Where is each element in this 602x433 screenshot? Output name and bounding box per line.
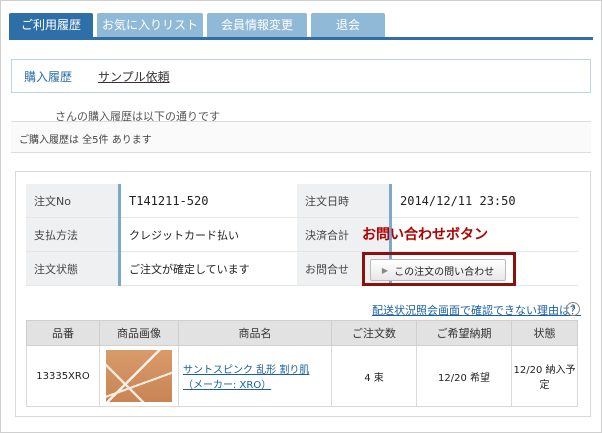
table-row: 13335XRO サントスピンク 乱形 割り肌（メーカー: XRO） 4 束 1… (26, 345, 578, 407)
history-count-text: ご購入履歴は 全5件 あります (19, 135, 152, 146)
order-status-value: ご注文が確定しています (119, 251, 297, 286)
order-date-label: 注文日時 (297, 184, 392, 218)
delivery-status-help-link[interactable]: 配送状況照会画面で確認できない理由は？ (372, 302, 581, 318)
tab-member-info[interactable]: 会員情報変更 (207, 13, 307, 37)
product-desired-date: 12/20 希望 (416, 345, 512, 407)
arrow-right-icon: ▶ (381, 265, 389, 275)
col-header-code: 品番 (26, 320, 100, 346)
product-qty: 4 束 (331, 345, 417, 407)
order-status-label: 注文状態 (26, 251, 121, 286)
product-table: 品番 商品画像 商品名 ご注文数 ご希望納期 状態 13335XRO サントスピ… (26, 320, 578, 407)
product-thumbnail[interactable] (106, 350, 172, 402)
col-header-desired-date: ご希望納期 (416, 320, 512, 346)
page-frame: ご利用履歴 お気に入りリスト 会員情報変更 退会 購入履歴 サンプル依頼 さんの… (0, 0, 602, 433)
tab-underline (9, 37, 593, 40)
col-header-image: 商品画像 (99, 320, 179, 346)
tab-bar: ご利用履歴 お気に入りリスト 会員情報変更 退会 (9, 13, 385, 37)
subnav-purchase-history[interactable]: 購入履歴 (24, 68, 72, 85)
order-no-value: T141211-520 (119, 184, 297, 218)
order-panel: 注文No T141211-520 注文日時 2014/12/11 23:50 支… (15, 171, 591, 417)
col-header-status: 状態 (511, 320, 578, 346)
order-inquiry-button-label: この注文の問い合わせ (394, 266, 495, 278)
product-code: 13335XRO (26, 345, 100, 407)
order-row-2: 支払方法 クレジットカード払い 決済合計 (26, 217, 578, 252)
payment-method-label: 支払方法 (26, 217, 121, 252)
sub-navigation: 購入履歴 サンプル依頼 (11, 59, 591, 93)
order-no-label: 注文No (26, 184, 121, 218)
history-summary-bar: ご購入履歴は 全5件 あります (11, 121, 591, 153)
product-header-row: 品番 商品画像 商品名 ご注文数 ご希望納期 状態 (26, 320, 578, 346)
tab-withdraw[interactable]: 退会 (311, 13, 385, 37)
product-name-cell: サントスピンク 乱形 割り肌（メーカー: XRO） (178, 345, 332, 407)
col-header-qty: ご注文数 (331, 320, 417, 346)
product-name-link[interactable]: サントスピンク 乱形 割り肌（メーカー: XRO） (183, 365, 309, 391)
order-row-1: 注文No T141211-520 注文日時 2014/12/11 23:50 (26, 184, 578, 218)
order-date-value: 2014/12/11 23:50 (390, 184, 578, 218)
subnav-sample-request[interactable]: サンプル依頼 (98, 68, 170, 85)
product-status: 12/20 納入予定 (511, 345, 578, 407)
product-image-cell (99, 345, 179, 407)
order-inquiry-button[interactable]: ▶ この注文の問い合わせ (370, 259, 506, 281)
help-question-icon[interactable]: ? (566, 302, 580, 316)
tab-usage-history[interactable]: ご利用履歴 (9, 13, 93, 37)
col-header-name: 商品名 (178, 320, 332, 346)
inquiry-button-annotation: お問い合わせボタン (362, 227, 488, 243)
tab-favorites[interactable]: お気に入りリスト (97, 13, 203, 37)
payment-method-value: クレジットカード払い (119, 217, 297, 252)
